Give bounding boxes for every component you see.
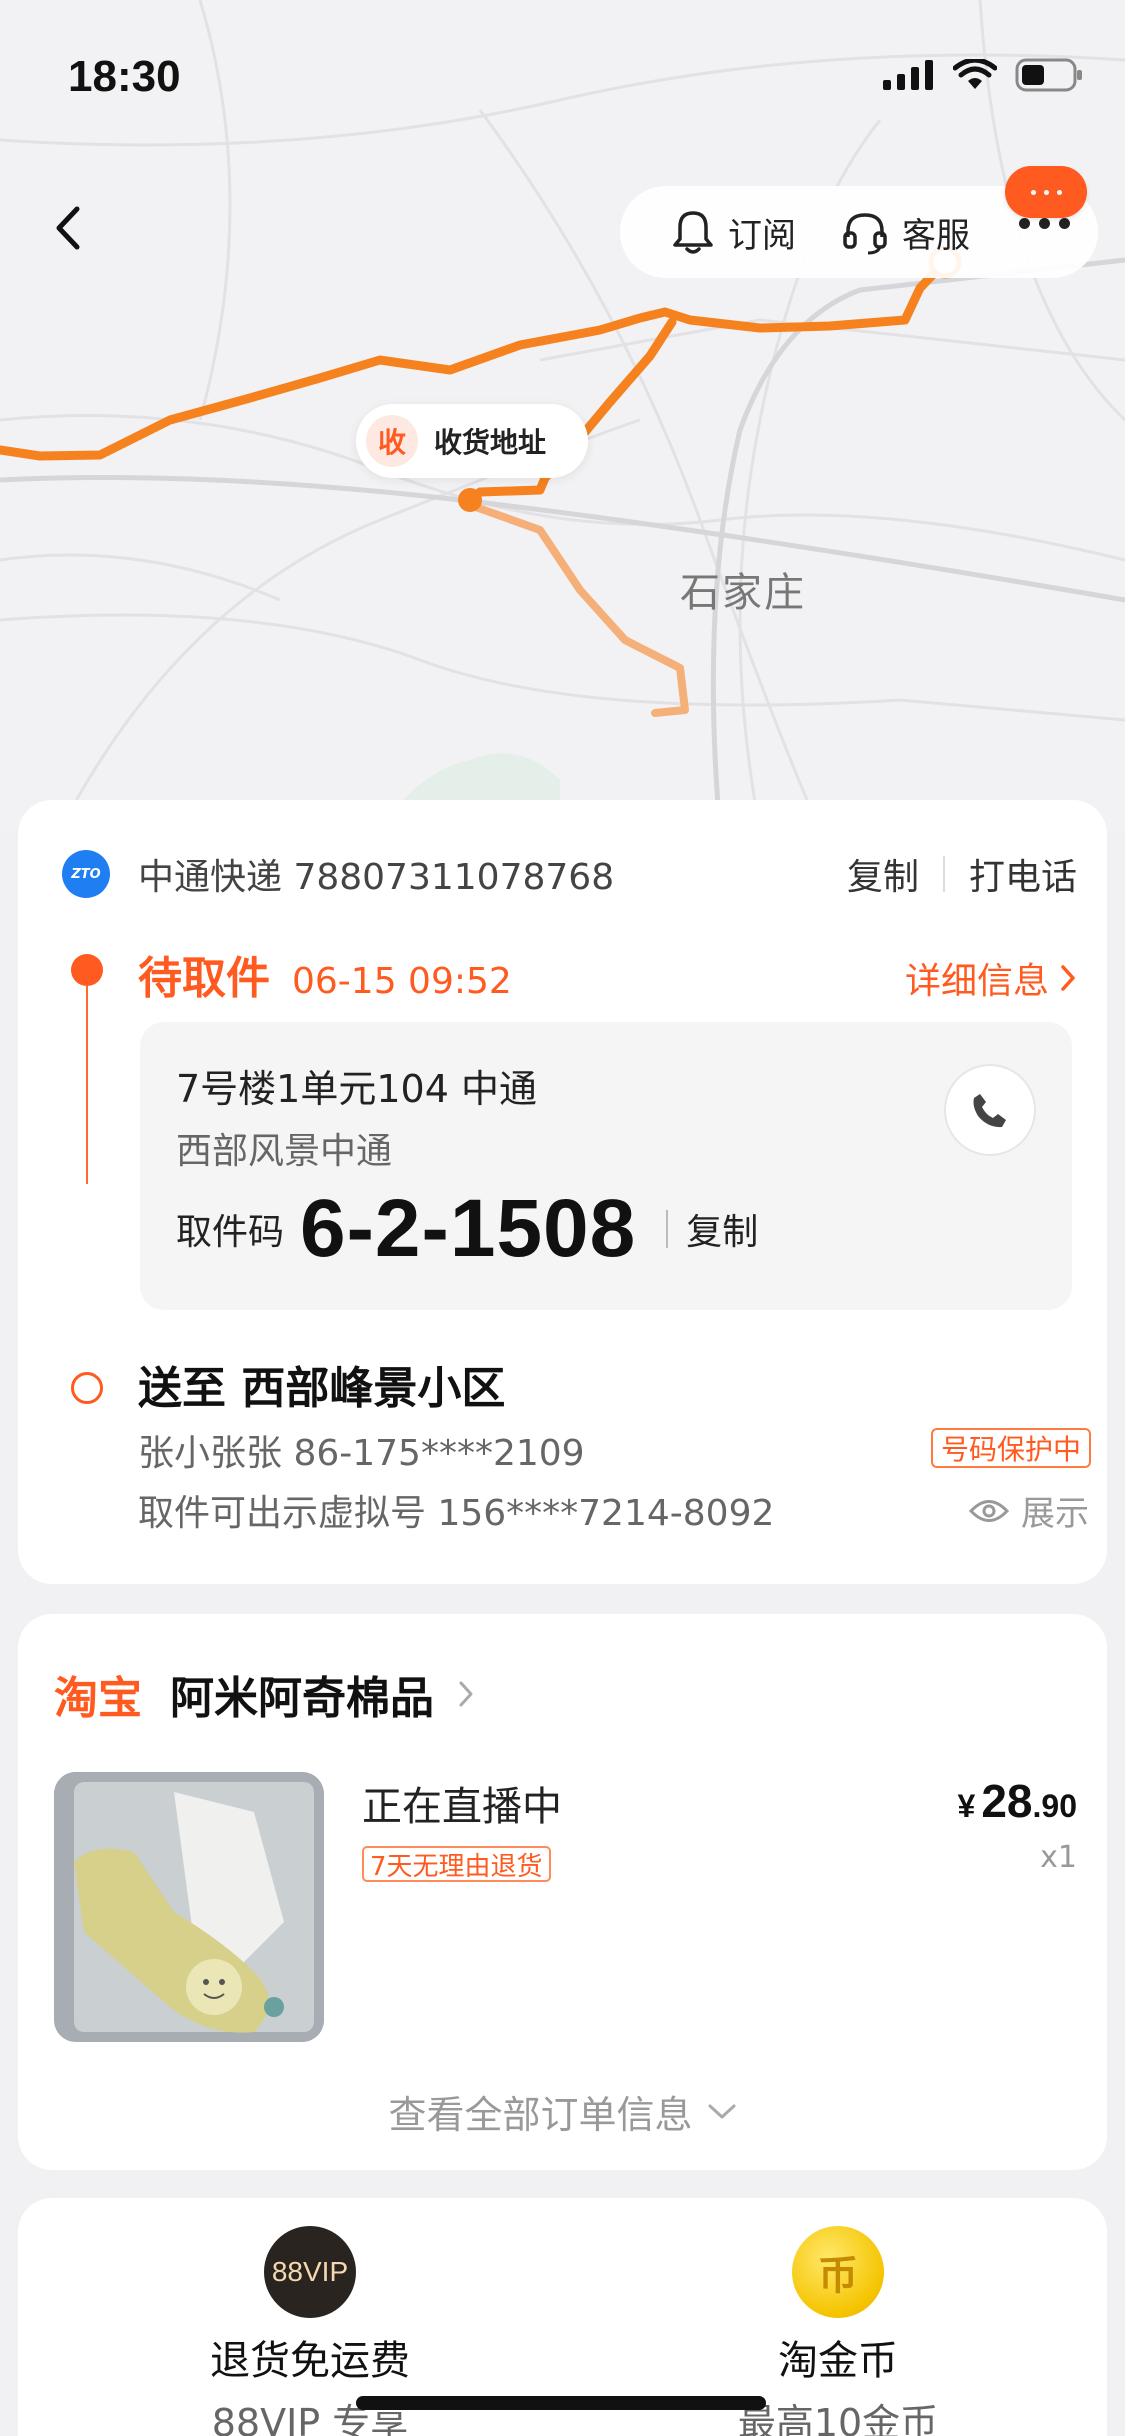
signal-icon — [883, 60, 933, 90]
status-icons — [883, 58, 1083, 92]
benefit-title: 淘金币 — [778, 2338, 898, 2384]
customer-service-button[interactable]: 客服 — [842, 208, 970, 257]
view-all-label: 查看全部订单信息 — [388, 2093, 693, 2137]
quantity: x1 — [1040, 1840, 1077, 1875]
status-timestamp: 06-15 09:52 — [292, 961, 512, 1002]
phone-icon — [973, 1094, 1006, 1128]
product-photo — [54, 1772, 324, 2042]
logistics-card: ZTO 中通快递 78807311078768 复制 打电话 待取件 06-15… — [18, 800, 1107, 1584]
wifi-icon — [953, 59, 997, 89]
timeline-dot-destination — [71, 1372, 103, 1404]
zto-logo-icon: ZTO — [62, 850, 110, 898]
number-protection-badge: 号码保护中 — [930, 1428, 1091, 1468]
more-menu-button[interactable] — [1019, 218, 1070, 229]
product-image[interactable] — [54, 1772, 324, 2042]
message-badge[interactable] — [1005, 166, 1087, 218]
show-label: 展示 — [1021, 1494, 1089, 1534]
bell-icon — [673, 211, 713, 254]
eye-icon — [969, 1499, 1009, 1522]
virtual-number: 取件可出示虚拟号 156****7214-8092 — [138, 1493, 775, 1534]
copy-pickup-code-button[interactable]: 复制 — [686, 1203, 758, 1255]
return-policy-tag: 7天无理由退货 — [362, 1846, 551, 1882]
copy-tracking-button[interactable]: 复制 — [847, 848, 919, 900]
battery-icon — [1015, 58, 1082, 92]
tracking-number: 中通快递 78807311078768 — [138, 857, 615, 898]
chevron-left-icon — [56, 206, 80, 250]
status-row: 待取件 06-15 09:52 详细信息 — [138, 942, 1077, 1006]
detail-link-label: 详细信息 — [904, 961, 1049, 1002]
back-button[interactable] — [40, 196, 96, 260]
show-number-button[interactable]: 展示 — [969, 1486, 1089, 1535]
benefit-title: 退货免运费 — [210, 2338, 410, 2384]
divider — [942, 856, 945, 892]
pickup-location: 7号楼1单元104 中通 — [176, 1067, 537, 1111]
delivery-status: 待取件 — [138, 953, 270, 1004]
logistics-detail-screen: { "status_bar": {"time": "18:30"}, "map"… — [0, 0, 1125, 2436]
subscribe-button[interactable]: 订阅 — [672, 208, 796, 257]
route-map[interactable]: 收 收货地址 石家庄 — [0, 0, 1125, 830]
subscribe-label: 订阅 — [728, 215, 796, 256]
shop-name: 阿米阿奇棉品 — [170, 1673, 434, 1724]
pickup-code-row: 取件码 6-2-1508 复制 — [176, 1182, 758, 1276]
carrier-row: ZTO 中通快递 78807311078768 复制 打电话 — [62, 846, 1077, 902]
city-label: 石家庄 — [680, 570, 806, 616]
detail-info-link[interactable]: 详细信息 — [905, 952, 1077, 1004]
deliver-to: 送至 西部峰景小区 — [138, 1363, 506, 1414]
currency-symbol: ¥ — [957, 1788, 976, 1824]
call-courier-button[interactable]: 打电话 — [969, 848, 1077, 900]
receive-badge: 收 — [366, 415, 418, 467]
call-station-button[interactable] — [944, 1064, 1036, 1156]
product-price: ¥ 28 .90 — [958, 1774, 1077, 1828]
divider — [666, 1210, 669, 1248]
vip-88-icon: 88VIP — [264, 2226, 356, 2318]
delivery-address-marker[interactable]: 收 收货地址 — [356, 404, 588, 478]
pickup-code-label: 取件码 — [176, 1212, 285, 1253]
chevron-down-icon — [708, 2104, 735, 2118]
pickup-station: 西部风景中通 — [176, 1131, 393, 1172]
recipient-contact: 张小张张 86-175****2109 — [138, 1433, 585, 1474]
timeline-line — [86, 972, 88, 1184]
timeline-dot-current — [71, 954, 103, 986]
service-label: 客服 — [902, 215, 970, 256]
home-indicator[interactable] — [356, 2396, 766, 2410]
price-decimal: .90 — [1032, 1788, 1077, 1824]
status-time: 18:30 — [68, 52, 181, 101]
chevron-right-icon — [1061, 965, 1075, 991]
chevron-right-icon — [459, 1681, 473, 1707]
address-marker-label: 收货地址 — [434, 426, 547, 459]
pickup-info-box: 7号楼1单元104 中通 西部风景中通 取件码 6-2-1508 复制 — [140, 1022, 1072, 1310]
view-all-order-info-button[interactable]: 查看全部订单信息 — [18, 2084, 1107, 2139]
shop-header[interactable]: 淘宝 阿米阿奇棉品 — [54, 1662, 474, 1726]
pickup-code: 6-2-1508 — [300, 1183, 637, 1274]
product-title[interactable]: 正在直播中 — [362, 1774, 562, 1832]
headset-icon — [843, 213, 887, 255]
price-integer: 28 — [981, 1775, 1033, 1827]
status-bar: 18:30 — [0, 0, 1125, 110]
platform-label: 淘宝 — [54, 1673, 142, 1724]
coin-icon: 币 — [792, 2226, 884, 2318]
order-card: 淘宝 阿米阿奇棉品 正在直播中 7天无理由退货 ¥ 28 .90 x1 查看全部… — [18, 1614, 1107, 2170]
